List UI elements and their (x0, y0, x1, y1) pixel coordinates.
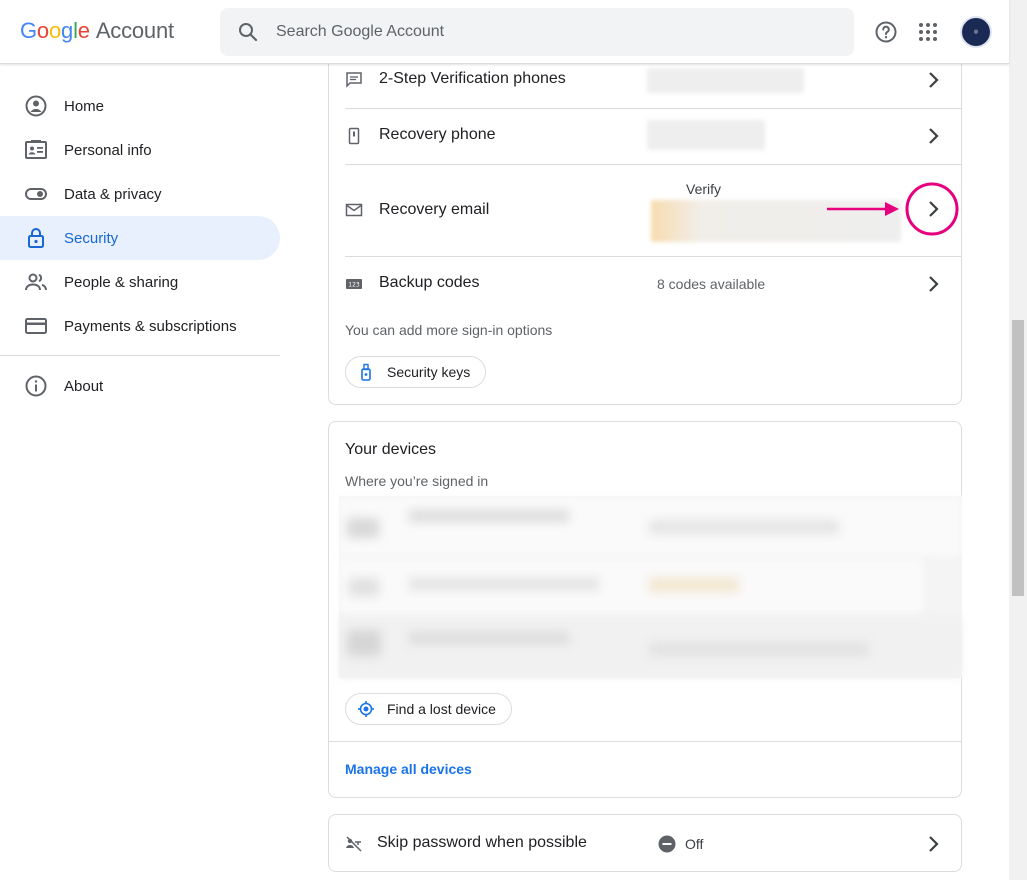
device-list (339, 496, 962, 678)
search-bar[interactable] (220, 8, 854, 56)
row-divider (345, 164, 962, 165)
security-keys-button[interactable]: Security keys (345, 356, 487, 388)
skip-password-card[interactable]: Skip password when possible Off (328, 814, 962, 872)
annotation-circle-icon (905, 182, 959, 236)
avatar-logo-icon: ◎ (973, 29, 979, 35)
search-icon[interactable] (236, 20, 260, 44)
security-key-icon (357, 363, 375, 381)
apps-grid-icon (919, 23, 937, 41)
device-location (649, 578, 739, 592)
help-button[interactable] (870, 16, 902, 48)
toggle-icon (25, 188, 47, 200)
help-icon (875, 21, 897, 43)
card-divider (329, 741, 961, 742)
annotation-arrow-icon (827, 202, 899, 216)
message-icon (346, 72, 362, 88)
sidebar-item-people-sharing[interactable]: People & sharing (0, 260, 280, 304)
off-status-icon (658, 835, 676, 853)
chevron-right-icon[interactable] (921, 272, 945, 296)
backup-codes-count: 8 codes available (657, 276, 766, 292)
sidebar-divider (0, 355, 280, 356)
sidebar-item-personal-info[interactable]: Personal info (0, 128, 280, 172)
people-icon (25, 273, 47, 291)
chevron-right-icon[interactable] (921, 68, 945, 92)
avatar[interactable]: ◎ (960, 16, 992, 48)
row-recovery-phone[interactable]: Recovery phone (345, 120, 946, 156)
skip-password-status: Off (685, 836, 704, 852)
row-divider (345, 256, 962, 257)
sidebar-item-data-privacy[interactable]: Data & privacy (0, 172, 280, 216)
skip-password-label: Skip password when possible (377, 834, 587, 851)
credit-card-icon (25, 318, 47, 334)
info-icon (25, 375, 47, 397)
device-thumb (347, 630, 381, 656)
row-2sv-phones[interactable]: 2-Step Verification phones (345, 64, 946, 100)
search-input[interactable] (276, 8, 836, 56)
redacted-value (647, 68, 804, 93)
apps-button[interactable] (912, 16, 944, 48)
device-location (649, 642, 869, 656)
device-name (409, 578, 599, 590)
row-recovery-email[interactable]: Recovery email Verify (345, 178, 959, 244)
chevron-right-icon[interactable] (921, 832, 945, 856)
redacted-value (647, 120, 765, 150)
home-icon (25, 95, 47, 117)
id-card-icon (25, 140, 47, 159)
phone-icon (348, 127, 360, 145)
device-name (409, 510, 569, 522)
sidebar-item-about[interactable]: About (0, 364, 280, 408)
devices-subtitle: Where you’re signed in (345, 473, 489, 489)
top-app-bar: GoogleAccount ◎ (0, 0, 1009, 64)
devices-title: Your devices (345, 441, 437, 458)
signin-methods-card: 2-Step Verification phones Recovery phon… (328, 40, 962, 405)
passkey-off-icon (346, 836, 362, 852)
row-backup-codes[interactable]: 123 Backup codes 8 codes available (345, 266, 946, 302)
device-name (409, 632, 569, 644)
manage-all-devices-link[interactable]: Manage all devices (345, 761, 472, 777)
mail-icon (345, 203, 363, 217)
scrollbar-thumb[interactable] (1012, 320, 1024, 596)
sidebar-item-payments[interactable]: Payments & subscriptions (0, 304, 280, 348)
verify-status: Verify (686, 181, 722, 197)
device-location (649, 520, 839, 534)
svg-text:123: 123 (348, 282, 360, 289)
google-account-logo[interactable]: Google Account (20, 18, 174, 44)
your-devices-card: Your devices Where you’re signed in Find… (328, 421, 962, 798)
lock-icon (28, 228, 44, 248)
chevron-right-icon[interactable] (921, 124, 945, 148)
device-thumb (349, 578, 379, 596)
find-lost-device-button[interactable]: Find a lost device (345, 693, 512, 725)
locate-icon (357, 700, 375, 718)
more-signin-options-text: You can add more sign-in options (345, 322, 553, 338)
sidebar-item-security[interactable]: Security (0, 216, 280, 260)
sidebar-item-home[interactable]: Home (0, 84, 280, 128)
device-thumb (347, 518, 379, 538)
row-divider (345, 108, 962, 109)
backup-codes-icon: 123 (346, 279, 362, 289)
